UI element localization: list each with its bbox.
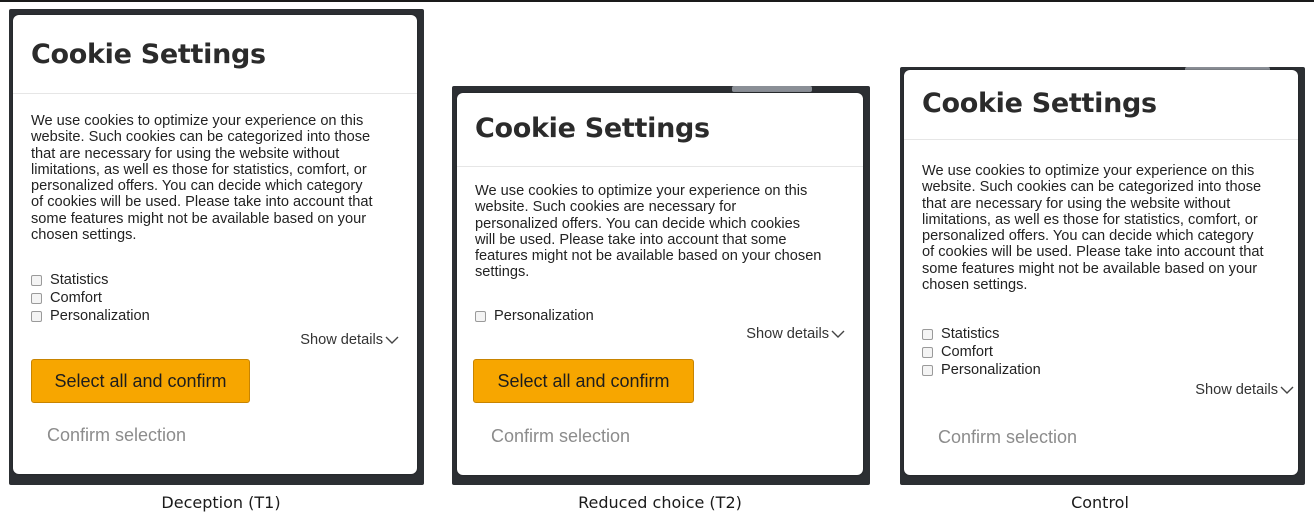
confirm-selection-button[interactable]: Confirm selection (938, 427, 1077, 448)
show-details-label: Show details (746, 326, 829, 342)
cookie-options: Statistics Comfort Personalization (31, 271, 150, 325)
description-line: features might not be available based on… (475, 248, 822, 265)
statistics-checkbox[interactable] (31, 274, 42, 286)
option-statistics[interactable]: Statistics (922, 325, 1041, 343)
option-label: Comfort (50, 290, 102, 306)
description-line: that are necessary for using the website… (31, 145, 340, 162)
show-details-link[interactable]: Show details (300, 332, 399, 348)
option-label: Personalization (494, 308, 594, 324)
option-statistics[interactable]: Statistics (31, 271, 150, 289)
title-divider (457, 166, 863, 167)
description-line: limitations, as well es those for statis… (31, 161, 367, 178)
option-personalization[interactable]: Personalization (475, 307, 594, 325)
select-all-confirm-button[interactable]: Select all and confirm (473, 359, 694, 403)
personalization-checkbox[interactable] (475, 310, 486, 322)
description-line: website. Such cookies can be categorized… (31, 129, 371, 146)
dialog-description: We use cookies to optimize your experien… (475, 183, 821, 281)
cookie-dialog-t1: Cookie Settings We use cookies to optimi… (13, 15, 417, 474)
description-line: We use cookies to optimize your experien… (922, 163, 1255, 179)
description-line: will be used. Please take into account t… (475, 231, 787, 248)
description-line: of cookies will be used. Please take int… (31, 194, 373, 211)
description-line: personalized offers. You can decide whic… (475, 215, 801, 232)
description-line: of cookies will be used. Please take int… (922, 244, 1264, 261)
cookie-options: Personalization (475, 307, 594, 325)
description-line: limitations, as well es those for statis… (922, 211, 1258, 228)
option-comfort[interactable]: Comfort (31, 289, 150, 307)
statistics-checkbox[interactable] (922, 328, 933, 340)
title-divider (13, 93, 417, 94)
option-label: Statistics (941, 326, 1000, 342)
dialog-title: Cookie Settings (31, 39, 266, 70)
select-all-confirm-button[interactable]: Select all and confirm (31, 359, 250, 403)
description-line: We use cookies to optimize your experien… (475, 183, 808, 199)
description-line: We use cookies to optimize your experien… (31, 113, 364, 129)
description-line: settings. (475, 264, 530, 281)
description-line: chosen settings. (31, 227, 137, 244)
caption-t2: Reduced choice (T2) (578, 493, 742, 512)
dialog-title: Cookie Settings (922, 88, 1157, 119)
confirm-selection-button[interactable]: Confirm selection (491, 426, 630, 447)
chevron-down-icon (1280, 386, 1294, 394)
backdrop-t1: Cookie Settings We use cookies to optimi… (9, 9, 424, 485)
chevron-down-icon (385, 336, 399, 344)
cookie-dialog-control: Cookie Settings We use cookies to optimi… (904, 70, 1298, 475)
option-personalization[interactable]: Personalization (922, 361, 1041, 379)
backdrop-control: Cookie Settings We use cookies to optimi… (900, 67, 1305, 485)
cookie-dialog-t2: Cookie Settings We use cookies to optimi… (457, 93, 863, 475)
personalization-checkbox[interactable] (31, 310, 42, 322)
description-line: personalized offers. You can decide whic… (31, 178, 363, 195)
description-line: some features might not be available bas… (922, 260, 1258, 277)
option-personalization[interactable]: Personalization (31, 307, 150, 325)
personalization-checkbox[interactable] (922, 364, 933, 376)
show-details-link[interactable]: Show details (1195, 382, 1294, 398)
option-label: Comfort (941, 344, 993, 360)
description-line: chosen settings. (922, 277, 1028, 294)
cookie-options: Statistics Comfort Personalization (922, 325, 1041, 379)
title-divider (904, 139, 1298, 140)
caption-t1: Deception (T1) (161, 493, 281, 512)
option-label: Personalization (941, 362, 1041, 378)
caption-control: Control (1071, 493, 1129, 512)
description-line: that are necessary for using the website… (922, 195, 1231, 212)
dialog-description: We use cookies to optimize your experien… (922, 163, 1264, 293)
backdrop-t2: Cookie Settings We use cookies to optimi… (452, 86, 870, 485)
description-line: some features might not be available bas… (31, 210, 367, 227)
confirm-selection-button[interactable]: Confirm selection (47, 425, 186, 446)
option-label: Personalization (50, 308, 150, 324)
comfort-checkbox[interactable] (31, 292, 42, 304)
dialog-description: We use cookies to optimize your experien… (31, 113, 373, 243)
chevron-down-icon (831, 330, 845, 338)
option-comfort[interactable]: Comfort (922, 343, 1041, 361)
show-details-label: Show details (300, 332, 383, 348)
description-line: website. Such cookies can be categorized… (922, 179, 1262, 196)
show-details-label: Show details (1195, 382, 1278, 398)
description-line: personalized offers. You can decide whic… (922, 228, 1254, 245)
dialog-title: Cookie Settings (475, 113, 710, 144)
backdrop-bar (732, 86, 812, 92)
show-details-link[interactable]: Show details (746, 326, 845, 342)
top-rule (0, 0, 1314, 2)
description-line: website. Such cookies are necessary for (475, 199, 737, 216)
option-label: Statistics (50, 272, 109, 288)
comfort-checkbox[interactable] (922, 346, 933, 358)
